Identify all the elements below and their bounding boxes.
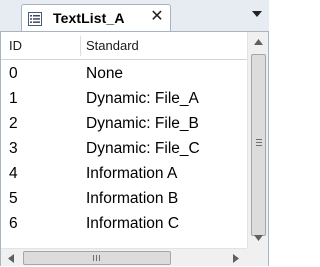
cell-id: 5 <box>9 190 18 207</box>
cell-id: 0 <box>9 65 18 82</box>
close-tab-icon[interactable]: ✕ <box>149 8 165 26</box>
scroll-up-arrow-icon <box>253 39 263 45</box>
scroll-left-button[interactable] <box>1 249 21 267</box>
scroll-right-button[interactable] <box>226 249 246 267</box>
table-row[interactable]: 2 Dynamic: File_B <box>1 110 247 135</box>
cell-standard: Information B <box>86 190 179 207</box>
grip-line <box>256 139 262 140</box>
cell-id: 3 <box>9 140 18 157</box>
horizontal-scroll-thumb[interactable] <box>23 251 171 265</box>
dropdown-arrow-icon[interactable] <box>250 7 264 21</box>
tab-textlist-a[interactable]: TextList_A ✕ <box>21 4 171 32</box>
cell-id: 2 <box>9 115 18 132</box>
cell-standard: None <box>86 65 124 82</box>
grip-line <box>256 145 262 146</box>
scroll-down-arrow-icon <box>253 235 263 241</box>
table-row[interactable]: 0 None <box>1 60 247 85</box>
cell-standard: Dynamic: File_C <box>86 140 200 157</box>
table-row[interactable]: 6 Information C <box>1 210 247 235</box>
column-header-id[interactable]: ID <box>9 32 81 60</box>
table-row[interactable]: 5 Information B <box>1 185 247 210</box>
grip-line <box>256 142 262 143</box>
scroll-left-arrow-icon <box>8 253 14 263</box>
scroll-right-arrow-icon <box>233 253 239 263</box>
textlist-window: TextList_A ✕ ID Standard 0 None 1 Dynami… <box>0 0 269 266</box>
grip-line <box>96 255 97 261</box>
grip-line <box>93 255 94 261</box>
tab-title: TextList_A <box>53 10 125 26</box>
text-list-table: ID Standard 0 None 1 Dynamic: File_A 2 D… <box>0 31 269 266</box>
horizontal-scrollbar[interactable] <box>1 248 247 266</box>
column-header-standard[interactable]: Standard <box>86 32 236 60</box>
cell-id: 1 <box>9 90 18 107</box>
vertical-scroll-thumb[interactable] <box>251 54 266 236</box>
table-row[interactable]: 4 Information A <box>1 160 247 185</box>
cell-id: 4 <box>9 165 18 182</box>
scroll-down-button[interactable] <box>248 228 268 248</box>
vertical-scrollbar[interactable] <box>247 32 268 248</box>
cell-id: 6 <box>9 215 18 232</box>
table-rows: 0 None 1 Dynamic: File_A 2 Dynamic: File… <box>1 60 247 235</box>
cell-standard: Dynamic: File_A <box>86 90 199 107</box>
grip-line <box>99 255 100 261</box>
scrollbar-corner <box>247 248 268 266</box>
tab-strip: TextList_A ✕ <box>0 0 269 32</box>
cell-standard: Information C <box>86 215 180 232</box>
table-row[interactable]: 3 Dynamic: File_C <box>1 135 247 160</box>
scroll-up-button[interactable] <box>248 32 268 52</box>
column-separator[interactable] <box>80 36 81 56</box>
text-list-icon <box>28 12 42 26</box>
cell-standard: Dynamic: File_B <box>86 115 199 132</box>
table-header: ID Standard <box>1 32 247 60</box>
table-row[interactable]: 1 Dynamic: File_A <box>1 85 247 110</box>
cell-standard: Information A <box>86 165 178 182</box>
